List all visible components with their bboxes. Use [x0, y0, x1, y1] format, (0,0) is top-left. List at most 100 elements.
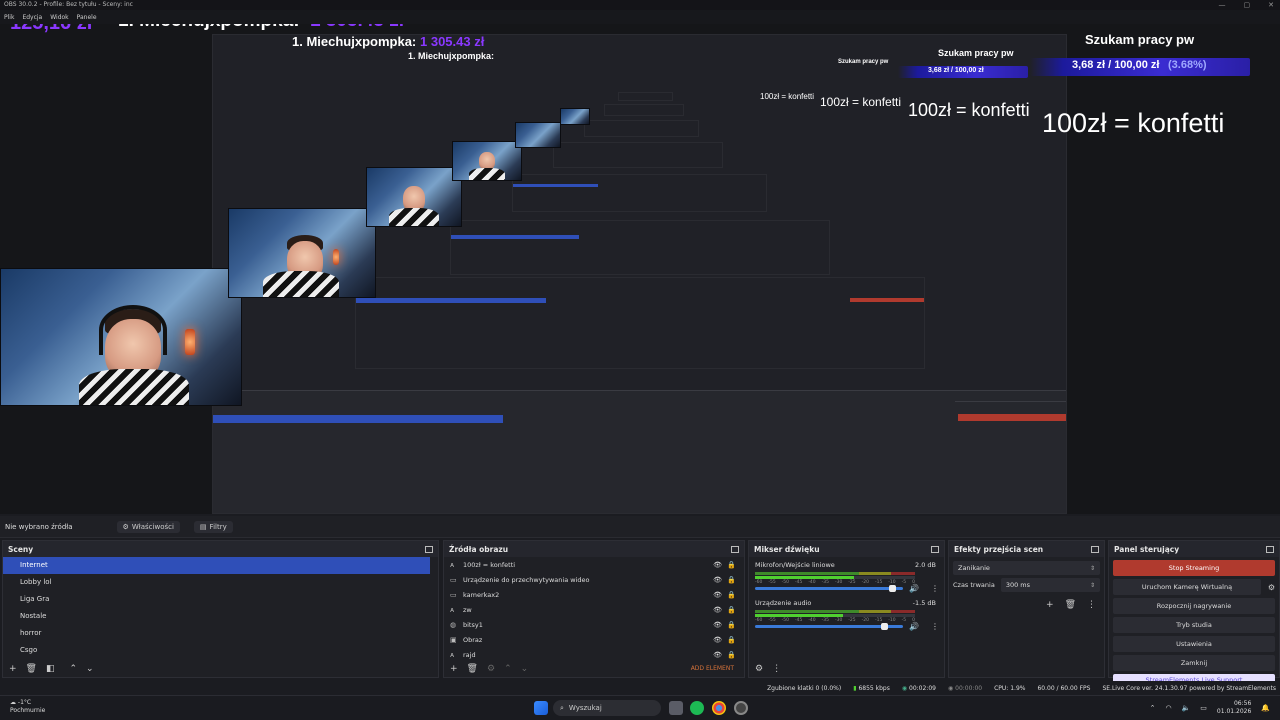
chrome-icon[interactable]: [712, 701, 726, 715]
source-item[interactable]: ▭ Urządzenie do przechwytywania wideo 👁 🔒: [444, 572, 744, 587]
clock[interactable]: 06:56 01.01.2026: [1217, 700, 1251, 716]
lock-icon[interactable]: 🔒: [727, 636, 736, 644]
move-down-icon[interactable]: ⌄: [86, 664, 94, 674]
add-element-button[interactable]: ADD ELEMENT: [691, 665, 734, 672]
source-item[interactable]: ᴀ 100zł = konfetti 👁 🔒: [444, 557, 744, 572]
transition-select[interactable]: Zanikanie ⇕: [953, 561, 1100, 575]
lock-icon[interactable]: 🔒: [727, 621, 736, 629]
lock-icon[interactable]: 🔒: [727, 606, 736, 614]
properties-button[interactable]: ⚙ Właściwości: [116, 520, 180, 533]
advanced-audio-icon[interactable]: ⚙: [755, 664, 763, 674]
source-item[interactable]: ▭ kamerkax2 👁 🔒: [444, 587, 744, 602]
remove-source-icon[interactable]: 🗑: [467, 664, 478, 674]
taskbar-search[interactable]: ⌕ Wyszukaj: [553, 700, 661, 716]
sources-title: Źródła obrazu: [449, 544, 509, 554]
menu-docks[interactable]: Panele: [77, 14, 97, 21]
move-up-icon[interactable]: ⌃: [504, 664, 512, 674]
source-item[interactable]: ▣ Obraz 👁 🔒: [444, 632, 744, 647]
menu-view[interactable]: Widok: [50, 14, 68, 21]
visibility-eye-icon[interactable]: 👁: [713, 576, 722, 584]
volume-slider[interactable]: [755, 623, 903, 630]
undock-icon[interactable]: [931, 545, 939, 553]
kebab-menu-icon[interactable]: ⋮: [931, 622, 939, 631]
scene-item-nostale[interactable]: Nostale: [3, 608, 430, 625]
obs-icon[interactable]: [734, 701, 748, 715]
exit-button[interactable]: Zamknij: [1113, 655, 1275, 671]
preview-canvas[interactable]: 125,16 zł 1. Miechujxpompka: 1 305.43 zł…: [0, 24, 1280, 514]
maximize-icon[interactable]: ▢: [1244, 0, 1251, 10]
lock-icon[interactable]: 🔒: [727, 651, 736, 659]
source-properties-icon[interactable]: ⚙: [487, 664, 495, 674]
menu-file[interactable]: Plik: [4, 14, 14, 21]
lock-icon[interactable]: 🔒: [727, 576, 736, 584]
bitrate-status: ▮ 6855 kbps: [853, 685, 890, 692]
scene-item-liga-gra[interactable]: Liga Gra: [3, 591, 430, 608]
bitrate-value: 6855 kbps: [858, 684, 890, 692]
volume-icon[interactable]: 🔈: [1182, 704, 1191, 712]
volume-knob[interactable]: [888, 585, 896, 592]
spotify-icon[interactable]: [690, 701, 704, 715]
notifications-icon[interactable]: 🔔: [1261, 704, 1270, 712]
weather-temp: -1°C: [17, 699, 32, 706]
source-item[interactable]: ◍ bitsy1 👁 🔒: [444, 617, 744, 632]
source-item[interactable]: ᴀ zw 👁 🔒: [444, 602, 744, 617]
start-recording-button[interactable]: Rozpocznij nagrywanie: [1113, 598, 1275, 614]
speaker-icon[interactable]: 🔊: [909, 622, 919, 631]
lock-icon[interactable]: 🔒: [727, 561, 736, 569]
tray-chevron-icon[interactable]: ⌃: [1150, 704, 1156, 712]
filters-button[interactable]: ▤ Filtry: [193, 520, 233, 533]
menu-edit[interactable]: Edycja: [22, 14, 42, 21]
transition-selected: Zanikanie: [958, 564, 990, 572]
undock-icon[interactable]: [731, 545, 739, 553]
source-list: ᴀ 100zł = konfetti 👁 🔒 ▭ Urządzenie do przech…: [444, 557, 744, 662]
move-up-icon[interactable]: ⌃: [70, 664, 78, 674]
lock-icon[interactable]: 🔒: [727, 591, 736, 599]
channel-name: Mikrofon/Wejście liniowe: [755, 561, 835, 569]
visibility-eye-icon[interactable]: 👁: [713, 636, 722, 644]
windows-start-icon[interactable]: [534, 701, 548, 715]
gear-icon[interactable]: ⚙: [1268, 583, 1275, 592]
duration-input[interactable]: 300 ms ⇕: [1000, 578, 1100, 592]
remove-scene-icon[interactable]: 🗑: [26, 664, 37, 674]
task-view-icon[interactable]: [669, 701, 683, 715]
weather-widget[interactable]: ☁ -1°C Pochmurnie: [10, 699, 45, 715]
volume-slider[interactable]: [755, 585, 903, 592]
duration-row: Czas trwania 300 ms ⇕: [953, 578, 1100, 592]
battery-icon[interactable]: ▭: [1200, 704, 1207, 712]
remove-transition-icon[interactable]: 🗑: [1065, 600, 1076, 610]
move-down-icon[interactable]: ⌄: [521, 664, 529, 674]
add-source-icon[interactable]: +: [450, 664, 458, 674]
mixer-toolbar: ⚙ ⋮: [749, 660, 944, 677]
visibility-eye-icon[interactable]: 👁: [713, 651, 722, 659]
minimize-icon[interactable]: —: [1219, 0, 1226, 10]
scene-item-lobby-lol[interactable]: Lobby lol: [3, 574, 430, 591]
add-scene-icon[interactable]: +: [9, 664, 17, 674]
mixer-menu-icon[interactable]: ⋮: [772, 664, 781, 674]
mixer-dock-header: Mikser dźwięku: [749, 541, 944, 557]
volume-knob[interactable]: [881, 623, 889, 630]
undock-icon[interactable]: [425, 545, 433, 553]
kebab-menu-icon[interactable]: ⋮: [931, 584, 939, 593]
add-transition-icon[interactable]: +: [1046, 600, 1054, 610]
undock-icon[interactable]: [1091, 545, 1099, 553]
virtual-camera-button[interactable]: Uruchom Kamerę Wirtualną ⚙: [1113, 579, 1275, 595]
studio-mode-button[interactable]: Tryb studia: [1113, 617, 1275, 633]
visibility-eye-icon[interactable]: 👁: [713, 621, 722, 629]
speaker-icon[interactable]: 🔊: [909, 584, 919, 593]
meter-tick: -60: [755, 618, 763, 623]
scene-item-horror[interactable]: horror: [3, 625, 430, 642]
transition-menu-icon[interactable]: ⋮: [1087, 600, 1096, 610]
scene-item-csgo[interactable]: Csgo: [3, 642, 430, 659]
scene-item-internet[interactable]: Internet: [3, 557, 430, 574]
undock-icon[interactable]: [1266, 545, 1274, 553]
settings-button[interactable]: Ustawienia: [1113, 636, 1275, 652]
meter-tick: -10: [888, 618, 896, 623]
scenes-dock: Sceny Internet Lobby lol Liga Gra Nostal…: [2, 540, 439, 678]
stop-streaming-button[interactable]: Stop Streaming: [1113, 560, 1275, 576]
close-icon[interactable]: ✕: [1268, 0, 1274, 10]
scene-filters-icon[interactable]: ◧: [46, 664, 55, 674]
visibility-eye-icon[interactable]: 👁: [713, 606, 722, 614]
visibility-eye-icon[interactable]: 👁: [713, 591, 722, 599]
wifi-icon[interactable]: ◠: [1165, 704, 1171, 712]
visibility-eye-icon[interactable]: 👁: [713, 561, 722, 569]
